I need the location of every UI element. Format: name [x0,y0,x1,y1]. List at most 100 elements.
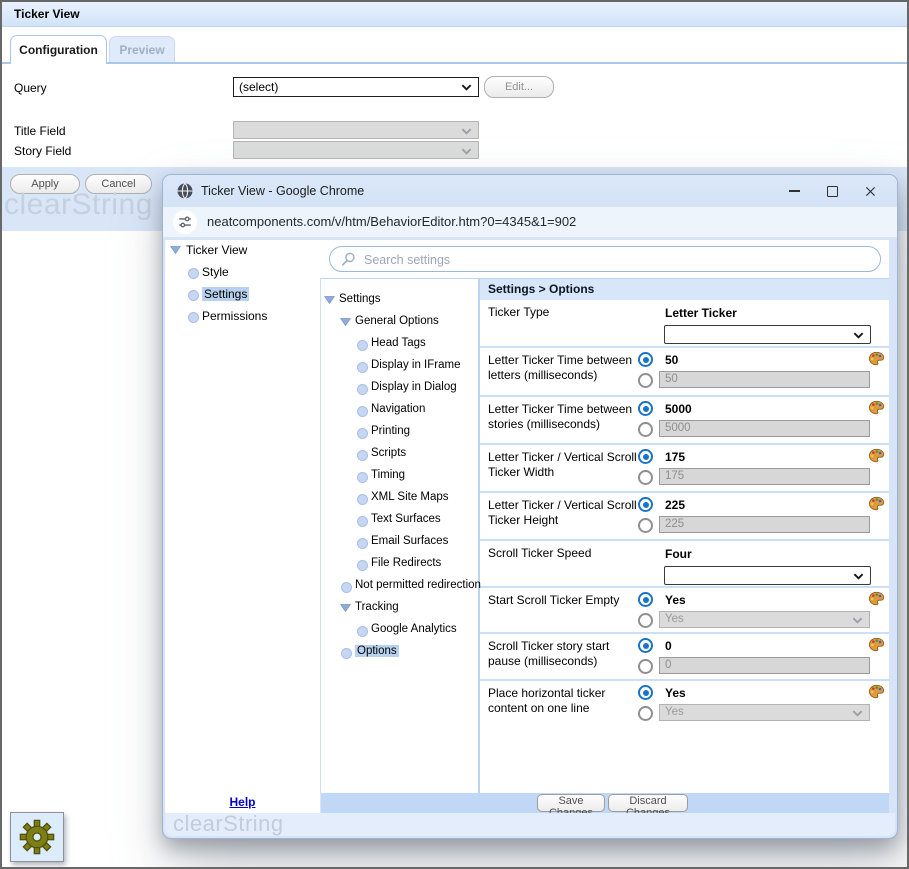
palette-icon[interactable] [868,637,885,652]
not-permitted-redirection-node[interactable]: Not permitted redirection [321,576,478,598]
bullet-icon [357,516,368,527]
palette-icon[interactable] [868,591,885,606]
settings-node[interactable]: Settings [321,290,478,312]
tab-preview[interactable]: Preview [109,36,175,62]
default-radio[interactable] [638,685,653,700]
bullet-icon [188,268,199,279]
palette-icon[interactable] [868,400,885,415]
bullet-icon [357,450,368,461]
override-radio[interactable] [638,613,653,628]
file-redirects-node[interactable]: File Redirects [321,554,478,576]
option-label: Letter Ticker Time between letters (mill… [488,353,642,383]
default-radio[interactable] [638,638,653,653]
chevron-down-icon [853,332,864,339]
option-row-time-between-letters: Letter Ticker Time between letters (mill… [480,348,889,395]
browser-titlebar[interactable]: Ticker View - Google Chrome [163,175,897,207]
text-surfaces-node[interactable]: Text Surfaces [321,510,478,532]
tree-item-label: Head Tags [371,337,426,349]
chevron-down-icon [461,128,472,135]
search-settings-box[interactable] [329,246,881,272]
options-node[interactable]: Options [321,642,478,664]
override-input: 0 [659,657,870,674]
display-in-dialog-node[interactable]: Display in Dialog [321,378,478,400]
xml-site-maps-node[interactable]: XML Site Maps [321,488,478,510]
default-radio[interactable] [638,449,653,464]
option-label: Start Scroll Ticker Empty [488,593,642,608]
panel-breadcrumb: Settings > Options [480,279,889,300]
tracking-node[interactable]: Tracking [321,598,478,620]
gear-icon [19,819,55,855]
triangle-down-icon[interactable] [170,246,181,254]
option-label: Place horizontal ticker content on one l… [488,686,642,716]
tree-item-settings[interactable]: Settings [165,284,320,306]
google-analytics-node[interactable]: Google Analytics [321,620,478,642]
override-radio[interactable] [638,373,653,388]
settings-gear-button[interactable] [10,812,64,862]
tree-item-label: Navigation [371,403,425,415]
timing-node[interactable]: Timing [321,466,478,488]
ticker-type-select[interactable] [664,325,871,344]
option-current-value: 5000 [665,402,692,416]
bullet-icon [357,340,368,351]
override-radio[interactable] [638,518,653,533]
save-changes-button[interactable]: Save Changes [537,794,605,812]
tree-item-label: Tracking [355,601,399,613]
option-current-value: Letter Ticker [665,306,737,320]
bullet-icon [357,428,368,439]
minimize-icon[interactable] [775,175,813,207]
discard-changes-button[interactable]: Discard Changes [608,794,688,812]
maximize-icon[interactable] [813,175,851,207]
printing-node[interactable]: Printing [321,422,478,444]
tab-configuration[interactable]: Configuration [10,35,107,64]
palette-icon[interactable] [868,684,885,699]
scroll-speed-select[interactable] [664,566,871,585]
title-field-select [233,121,479,139]
tree-item-permissions[interactable]: Permissions [165,306,320,328]
default-radio[interactable] [638,352,653,367]
override-select-value: Yes [665,613,684,625]
query-select[interactable]: (select) [233,77,479,97]
palette-icon[interactable] [868,496,885,511]
email-surfaces-node[interactable]: Email Surfaces [321,532,478,554]
general-options-node[interactable]: General Options [321,312,478,334]
display-in-iframe-node[interactable]: Display in IFrame [321,356,478,378]
tree-item-style[interactable]: Style [165,262,320,284]
help-link[interactable]: Help [229,795,255,809]
triangle-down-icon[interactable] [324,296,335,304]
override-input: 225 [659,516,870,533]
override-input: 50 [659,371,870,388]
bullet-icon [357,494,368,505]
tree-item-ticker-view[interactable]: Ticker View [165,240,320,262]
tune-icon[interactable] [173,210,197,234]
edit-button[interactable]: Edit... [484,76,554,98]
tree-item-label: Options [355,645,399,657]
option-label: Letter Ticker / Vertical Scroll Ticker H… [488,498,642,528]
bullet-icon [188,312,199,323]
default-radio[interactable] [638,592,653,607]
default-radio[interactable] [638,497,653,512]
override-radio[interactable] [638,470,653,485]
option-current-value: Yes [665,686,686,700]
palette-icon[interactable] [868,351,885,366]
option-row-ticker-height: Letter Ticker / Vertical Scroll Ticker H… [480,493,889,539]
chevron-down-icon [853,573,864,580]
tree-item-label: Printing [371,425,410,437]
navigation-node[interactable]: Navigation [321,400,478,422]
bullet-icon [357,362,368,373]
palette-icon[interactable] [868,448,885,463]
triangle-down-icon[interactable] [340,604,351,612]
override-radio[interactable] [638,659,653,674]
browser-address-bar[interactable]: neatcomponents.com/v/htm/BehaviorEditor.… [163,207,897,237]
override-input: 5000 [659,420,870,437]
close-icon[interactable] [851,175,889,207]
override-radio[interactable] [638,422,653,437]
default-radio[interactable] [638,401,653,416]
triangle-down-icon[interactable] [340,318,351,326]
override-radio[interactable] [638,706,653,721]
override-input: 175 [659,468,870,485]
title-field-label: Title Field [14,124,66,138]
search-settings-input[interactable] [362,248,846,271]
head-tags-node[interactable]: Head Tags [321,334,478,356]
override-select: Yes [659,611,870,628]
scripts-node[interactable]: Scripts [321,444,478,466]
